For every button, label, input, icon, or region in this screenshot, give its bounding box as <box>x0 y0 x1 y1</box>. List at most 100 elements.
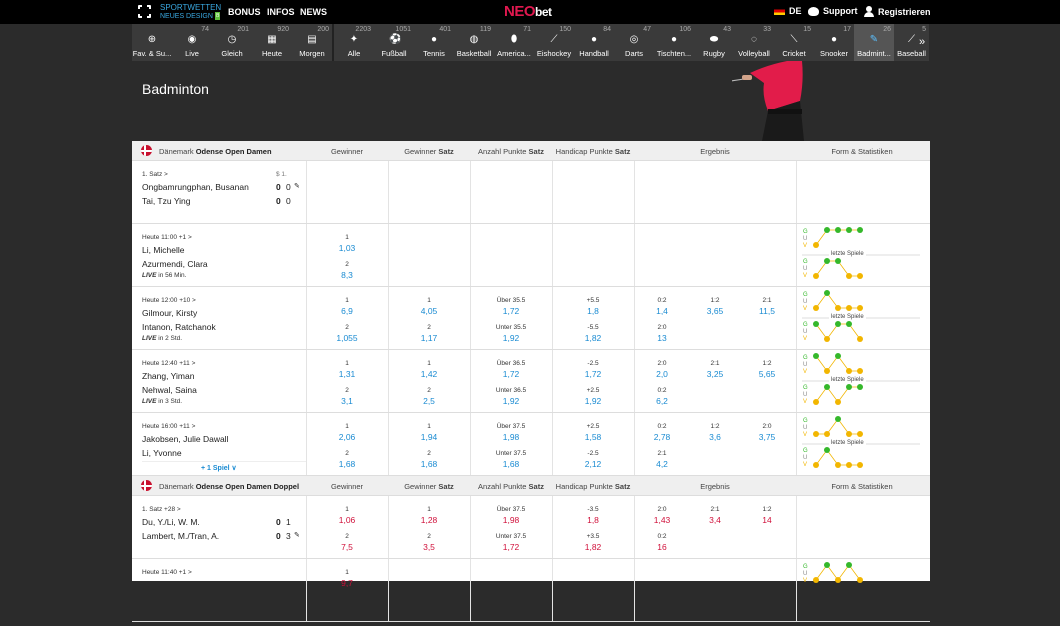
form-stats[interactable]: GUV <box>802 559 920 621</box>
odd-button[interactable]: 2,06 <box>339 432 356 442</box>
odd-button[interactable]: 1,17 <box>421 333 438 343</box>
odd-button[interactable]: 1,42 <box>421 369 438 379</box>
odd-button[interactable]: 16 <box>657 542 666 552</box>
odd-button[interactable]: 1,92 <box>503 396 520 406</box>
sport-live[interactable]: 74 ◉ Live <box>172 24 212 61</box>
odd-button[interactable]: 6,9 <box>341 306 353 316</box>
match-meta[interactable]: Heute 16:00 +11 > <box>142 423 195 430</box>
match-row[interactable]: Heute 12:00 +10 > Gilmour, Kirsty Intano… <box>132 287 930 350</box>
odd-button[interactable]: 3,5 <box>423 542 435 552</box>
odd-button[interactable]: 1,98 <box>503 515 520 525</box>
match-row[interactable]: Heute 12:40 +11 > Zhang, Yiman Nehwal, S… <box>132 350 930 413</box>
odd-button[interactable]: 1,8 <box>587 306 599 316</box>
odd-button[interactable]: 1,06 <box>339 515 356 525</box>
odd-button[interactable]: 3,25 <box>707 369 724 379</box>
odd-button[interactable]: 1,72 <box>585 369 602 379</box>
odd-button[interactable]: 1,055 <box>336 333 357 343</box>
odd-button[interactable]: 1,94 <box>421 432 438 442</box>
neobet-logo[interactable]: NEObet <box>504 3 552 20</box>
nav-infos[interactable]: INFOS <box>267 7 295 17</box>
match-meta[interactable]: Heute 12:00 +10 > <box>142 297 196 304</box>
odd-button[interactable]: 3,65 <box>707 306 724 316</box>
odd-button[interactable]: 3,6 <box>709 432 721 442</box>
sport-tennis[interactable]: 401 ● Tennis <box>414 24 454 61</box>
odd-button[interactable]: 1,43 <box>654 515 671 525</box>
sport-fussball[interactable]: 1051 ⚽ Fußball <box>374 24 414 61</box>
odd-button[interactable]: 1,8 <box>587 515 599 525</box>
sport-tischtennis[interactable]: 106 ● Tischten... <box>654 24 694 61</box>
league-title[interactable]: Dänemark Odense Open Damen <box>159 147 272 156</box>
odd-button[interactable]: 5,65 <box>759 369 776 379</box>
match-row[interactable]: 1. Satz +28 > Du, Y./Li, W. M. Lambert, … <box>132 496 930 559</box>
support-link[interactable]: Support <box>808 6 858 16</box>
sport-badminton[interactable]: 26 ✎ Badmint... <box>854 24 894 61</box>
form-stats[interactable]: GUV GUV letzte Spiele <box>802 350 920 412</box>
match-meta[interactable]: Heute 11:40 +1 > <box>142 569 192 576</box>
odd-button[interactable]: 4,05 <box>421 306 438 316</box>
form-stats[interactable]: GUV GUV letzte Spiele <box>802 413 920 475</box>
language-selector[interactable]: DE <box>774 6 802 16</box>
odd-button[interactable]: 1,92 <box>585 396 602 406</box>
match-meta[interactable]: 1. Satz +28 > <box>142 506 181 513</box>
odd-button[interactable]: 1,31 <box>339 369 356 379</box>
odd-button[interactable]: 11,5 <box>759 306 775 316</box>
match-row[interactable]: Heute 11:00 +1 > Li, Michelle Azurmendi,… <box>132 224 930 287</box>
odd-button[interactable]: 1,28 <box>421 515 438 525</box>
odd-button[interactable]: 13 <box>657 333 666 343</box>
match-meta[interactable]: 1. Satz > <box>142 171 168 178</box>
sport-rugby[interactable]: 43 ⬬ Rugby <box>694 24 734 61</box>
chevron-right-icon[interactable]: » <box>919 36 925 48</box>
odd-button[interactable]: 1,92 <box>503 333 520 343</box>
odd-button[interactable]: 4,2 <box>656 459 668 469</box>
form-stats[interactable]: GUV GUV letzte Spiele <box>802 287 920 349</box>
odd-button[interactable]: 1,68 <box>339 459 356 469</box>
sport-basketball[interactable]: 119 ◍ Basketball <box>454 24 494 61</box>
odd-button[interactable]: 1,82 <box>585 542 602 552</box>
register-link[interactable]: Registrieren <box>864 6 931 17</box>
odd-button[interactable]: 2,78 <box>654 432 671 442</box>
odd-button[interactable]: 2,5 <box>423 396 435 406</box>
odd-button[interactable]: 3,4 <box>709 515 721 525</box>
odd-button[interactable]: 1,72 <box>503 542 520 552</box>
sport-snooker[interactable]: 17 ● Snooker <box>814 24 854 61</box>
match-meta[interactable]: Heute 11:00 +1 > <box>142 234 192 241</box>
odd-button[interactable]: 2,0 <box>656 369 668 379</box>
sport-morgen[interactable]: 200 ▤ Morgen <box>292 24 332 61</box>
odd-button[interactable]: 2,12 <box>585 459 602 469</box>
odd-button[interactable]: 1,4 <box>656 306 668 316</box>
odd-button[interactable]: 1,03 <box>339 243 356 253</box>
match-meta[interactable]: Heute 12:40 +11 > <box>142 360 195 367</box>
sport-alle[interactable]: 2203 ✦ Alle <box>334 24 374 61</box>
match-row[interactable]: 1. Satz > Ongbamrungphan, Busanan Tai, T… <box>132 161 930 224</box>
fullscreen-icon[interactable] <box>137 4 152 19</box>
odd-button[interactable]: 1,72 <box>503 306 520 316</box>
sport-handball[interactable]: 84 ● Handball <box>574 24 614 61</box>
sport-heute[interactable]: 920 ▦ Heute <box>252 24 292 61</box>
odd-button[interactable]: 3,1 <box>341 396 353 406</box>
odd-button[interactable]: 14 <box>762 515 771 525</box>
sport-volleyball[interactable]: 33 ◌ Volleyball <box>734 24 774 61</box>
league-title[interactable]: Dänemark Odense Open Damen Doppel <box>159 482 299 491</box>
odd-button[interactable]: 6,2 <box>656 396 668 406</box>
nav-news[interactable]: NEWS <box>300 7 327 17</box>
more-games-button[interactable]: + 1 Spiel ∨ <box>201 464 237 472</box>
odd-button[interactable]: 3,75 <box>759 432 776 442</box>
odd-button[interactable]: 1,72 <box>503 369 520 379</box>
sport-american-football[interactable]: 71 ⬮ America... <box>494 24 534 61</box>
odd-button[interactable]: 1,68 <box>503 459 520 469</box>
sportwetten-link[interactable]: SPORTWETTEN NEUES DESIGN B <box>160 4 221 21</box>
odd-button[interactable]: 1,98 <box>503 432 520 442</box>
odd-button[interactable]: 1,58 <box>585 432 602 442</box>
odd-button[interactable]: 8,3 <box>341 270 353 280</box>
form-stats[interactable]: GUV GUV letzte Spiele <box>802 224 920 286</box>
odd-button[interactable]: 1,68 <box>421 459 438 469</box>
sport-darts[interactable]: 47 ◎ Darts <box>614 24 654 61</box>
odd-button[interactable]: 7,5 <box>341 542 353 552</box>
nav-bonus[interactable]: BONUS <box>228 7 261 17</box>
odd-button[interactable]: 1,82 <box>585 333 602 343</box>
match-row[interactable]: Heute 16:00 +11 > Jakobsen, Julie Dawall… <box>132 413 930 476</box>
match-row[interactable]: Heute 11:40 +1 > 1 9,7 GUV <box>132 559 930 622</box>
sport-gleich[interactable]: 201 ◷ Gleich <box>212 24 252 61</box>
sport-eishockey[interactable]: 150 ⟋ Eishockey <box>534 24 574 61</box>
sport-fav-search[interactable]: ⊕ Fav. & Su... <box>132 24 172 61</box>
